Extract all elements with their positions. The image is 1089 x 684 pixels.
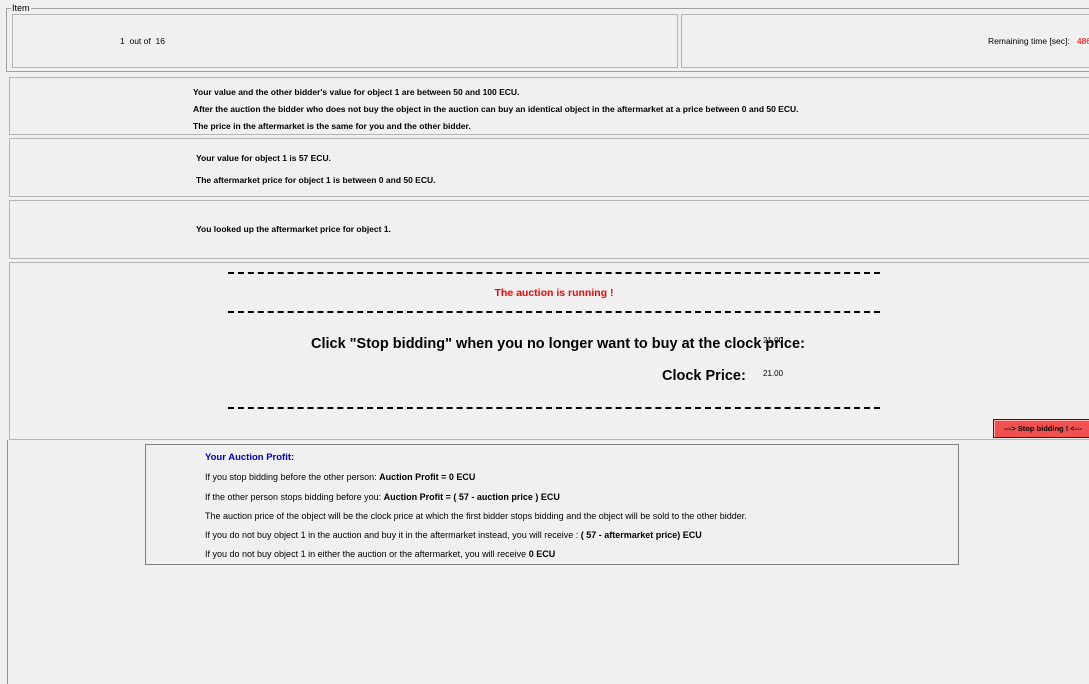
auction-status: The auction is running ! bbox=[494, 287, 614, 299]
value-panel: Your value for object 1 is 57 ECU. The a… bbox=[9, 138, 1089, 197]
profit-line-2-text: If the other person stops bidding before… bbox=[205, 492, 382, 502]
info-line-1-object: 1 bbox=[394, 87, 400, 97]
lookup-line-1: You looked up the aftermarket price for … bbox=[196, 224, 391, 234]
clock-price-value: 21.00 bbox=[763, 369, 784, 378]
divider-middle bbox=[228, 311, 880, 313]
item-counter-current: 1 bbox=[120, 36, 125, 46]
window-left-border bbox=[7, 440, 8, 684]
profit-line-1: If you stop bidding before the other per… bbox=[205, 472, 475, 482]
stop-instruction: Click "Stop bidding" when you no longer … bbox=[311, 336, 805, 352]
info-line-1-suffix: are between 50 and 100 ECU. bbox=[401, 87, 520, 97]
profit-line-5-text: If you do not buy object 1 in either the… bbox=[205, 549, 527, 559]
remaining-time-label: Remaining time [sec]: bbox=[988, 36, 1070, 46]
item-counter: 1 out of 16 bbox=[120, 36, 165, 46]
info-line-1: Your value and the other bidder's value … bbox=[193, 87, 519, 97]
auction-profit-box: Your Auction Profit: If you stop bidding… bbox=[145, 444, 959, 565]
item-counter-total: 16 bbox=[155, 36, 165, 46]
stop-instruction-value: 21.00 bbox=[763, 336, 784, 345]
stop-bidding-button[interactable]: ---> Stop bidding ! <--- bbox=[993, 419, 1089, 438]
clock-price-label: Clock Price: bbox=[662, 368, 746, 384]
profit-line-2-bold: Auction Profit = ( 57 - auction price ) … bbox=[383, 492, 560, 502]
timer-panel: Remaining time [sec]: 486 bbox=[681, 14, 1089, 68]
profit-line-4: If you do not buy object 1 in the auctio… bbox=[205, 530, 702, 540]
item-counter-text: out of bbox=[129, 36, 151, 46]
profit-line-4-text: If you do not buy object 1 in the auctio… bbox=[205, 530, 579, 540]
info-line-3: The price in the aftermarket is the same… bbox=[193, 121, 471, 131]
value-line-1: Your value for object 1 is 57 ECU. bbox=[196, 153, 331, 163]
item-group-legend: Item bbox=[11, 3, 31, 13]
info-line-2: After the auction the bidder who does no… bbox=[193, 104, 799, 114]
item-counter-panel: 1 out of 16 bbox=[12, 14, 678, 68]
info-line-1-prefix: Your value and the other bidder's value … bbox=[193, 87, 393, 97]
remaining-time-value: 486 bbox=[1076, 36, 1089, 46]
profit-line-1-bold: Auction Profit = 0 ECU bbox=[379, 472, 476, 482]
profit-line-5-bold: 0 ECU bbox=[528, 549, 556, 559]
profit-line-2: If the other person stops bidding before… bbox=[205, 492, 560, 502]
profit-line-4-bold: ( 57 - aftermarket price) ECU bbox=[580, 530, 702, 540]
profit-line-5: If you do not buy object 1 in either the… bbox=[205, 549, 555, 559]
remaining-time: Remaining time [sec]: 486 bbox=[988, 36, 1089, 46]
profit-line-1-text: If you stop bidding before the other per… bbox=[205, 472, 377, 482]
lookup-panel: You looked up the aftermarket price for … bbox=[9, 200, 1089, 259]
profit-line-3: The auction price of the object will be … bbox=[205, 511, 747, 521]
value-line-2: The aftermarket price for object 1 is be… bbox=[196, 175, 436, 185]
info-panel: Your value and the other bidder's value … bbox=[9, 77, 1089, 135]
auction-profit-title: Your Auction Profit: bbox=[205, 452, 295, 463]
divider-bottom bbox=[228, 407, 880, 409]
divider-top bbox=[228, 272, 880, 274]
